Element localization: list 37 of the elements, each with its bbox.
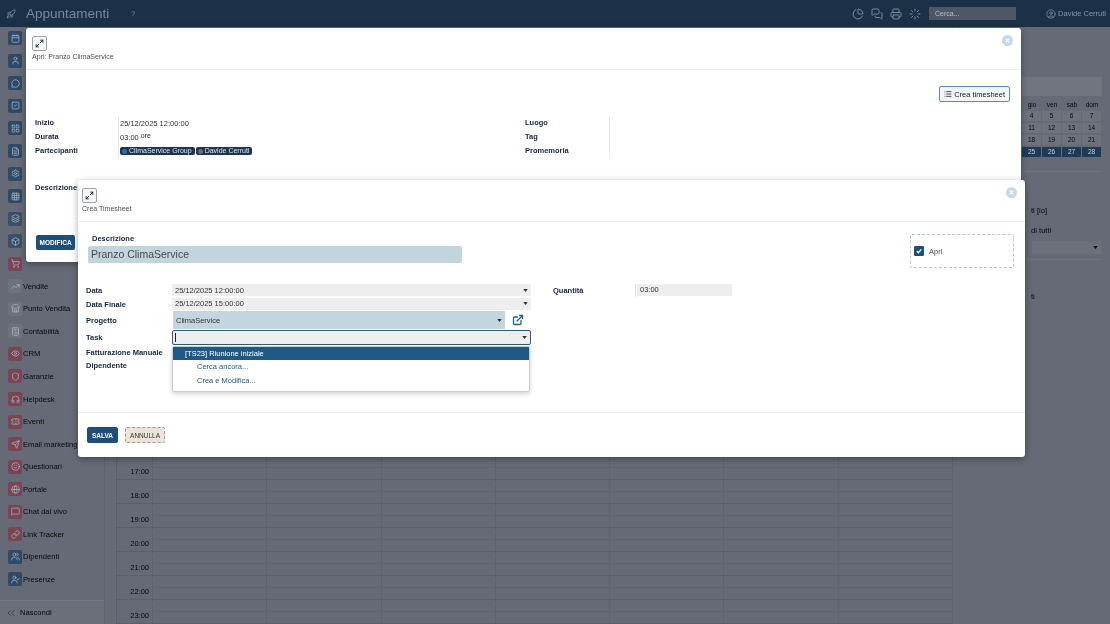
user-icon[interactable] [8,53,22,68]
table-icon[interactable] [8,189,22,204]
caret-down-icon [1093,246,1098,249]
expand-icon [85,191,94,200]
caret-down-icon [522,336,527,339]
text-cursor-icon [175,333,176,342]
close-icon[interactable] [1002,34,1013,46]
filter-select[interactable] [1032,241,1102,254]
expand-icon [35,39,44,48]
chat-icon[interactable] [871,7,884,20]
caret-down-icon [523,288,528,292]
rocket-icon[interactable] [6,8,16,19]
task-search-field[interactable] [172,330,531,345]
cart-icon[interactable] [8,256,22,271]
caret-down-icon [497,318,502,322]
box-icon[interactable] [8,234,22,249]
calendar-icon[interactable] [8,31,22,46]
close-icon[interactable] [1006,186,1017,198]
checkbox[interactable] [914,246,924,256]
grid-icon[interactable] [8,121,22,136]
check-square-icon[interactable] [8,98,22,113]
caret-down-icon [523,302,528,305]
gear-icon[interactable] [8,166,22,181]
time-slot[interactable] [837,456,952,480]
list-icon [944,90,953,98]
printer-icon[interactable] [890,7,903,20]
user-icon[interactable] [1046,8,1057,19]
page-title: Appuntamenti [26,6,110,21]
pie-chart-icon[interactable] [852,7,865,20]
chat-bubble-icon[interactable] [8,76,22,91]
external-link-icon[interactable] [512,314,524,326]
expand-button[interactable] [82,188,97,203]
expand-button[interactable] [32,36,47,51]
document-icon[interactable] [8,144,22,158]
spinner-icon[interactable] [909,7,922,20]
layers-icon[interactable] [8,211,22,226]
description-field[interactable]: Pranzo ClimaService [88,246,462,263]
